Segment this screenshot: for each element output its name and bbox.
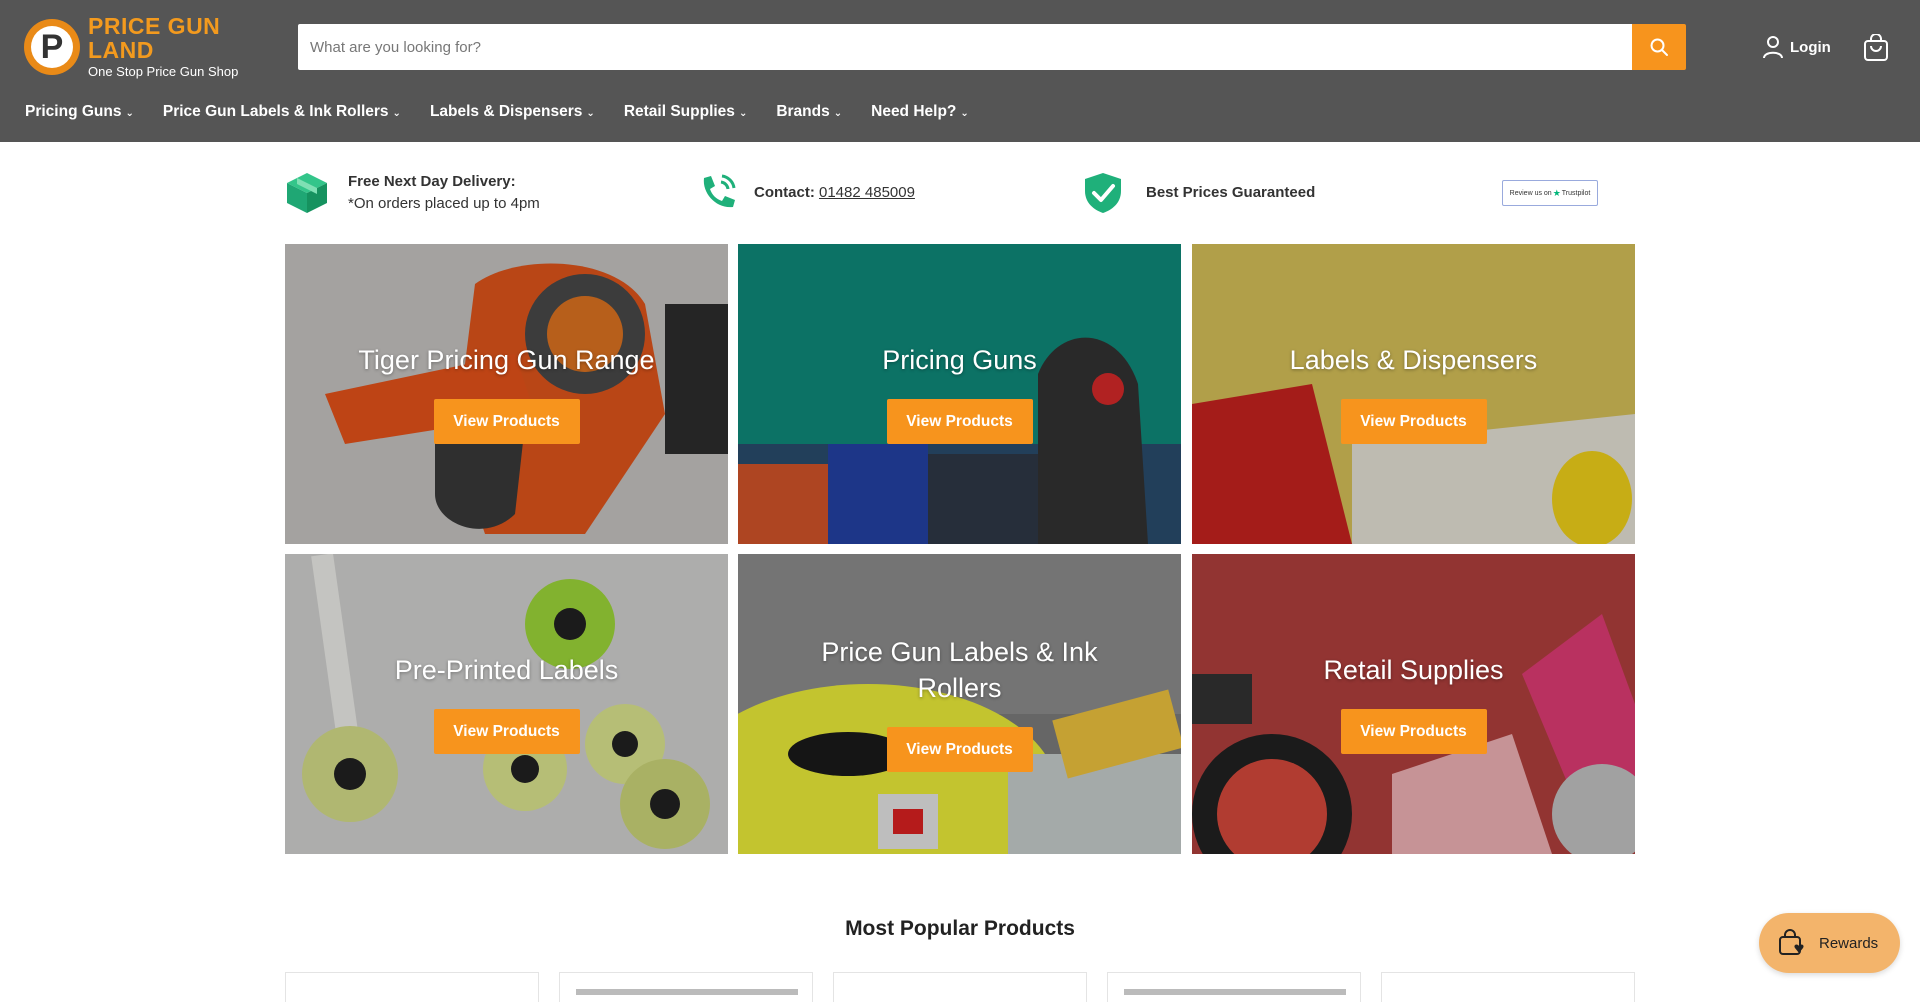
- contact-phone-link[interactable]: 01482 485009: [819, 184, 915, 201]
- view-products-button[interactable]: View Products: [886, 727, 1033, 772]
- search-bar: [298, 24, 1686, 70]
- popular-products-heading: Most Popular Products: [845, 917, 1075, 940]
- user-icon: [1763, 36, 1783, 59]
- product-image: [1124, 989, 1346, 995]
- cart-button[interactable]: [1862, 33, 1890, 62]
- category-tile-retail-supplies[interactable]: Retail Supplies View Products: [1192, 554, 1635, 854]
- site-header: P PRICE GUN LAND One Stop Price Gun Shop…: [0, 0, 1920, 142]
- rewards-button[interactable]: Rewards: [1759, 913, 1900, 973]
- chevron-down-icon: ⌄: [738, 107, 748, 119]
- phone-icon: [703, 174, 736, 208]
- product-card[interactable]: [1107, 972, 1361, 1002]
- search-icon: [1650, 38, 1668, 56]
- box-icon: [287, 173, 327, 213]
- chevron-down-icon: ⌄: [586, 107, 595, 119]
- nav-item-labels-ink-rollers[interactable]: Price Gun Labels & Ink Rollers ⌄: [163, 100, 401, 124]
- category-tile-labels-ink-rollers[interactable]: Price Gun Labels & Ink Rollers View Prod…: [738, 554, 1181, 854]
- nav-item-brands[interactable]: Brands ⌄: [776, 100, 842, 124]
- category-tile-pricing-guns[interactable]: Pricing Guns View Products: [738, 244, 1181, 544]
- nav-item-retail-supplies[interactable]: Retail Supplies ⌄: [624, 100, 748, 124]
- usp-contact: Contact: 01482 485009: [696, 168, 915, 218]
- view-products-button[interactable]: View Products: [1340, 399, 1487, 444]
- chevron-down-icon: ⌄: [392, 107, 401, 119]
- product-card[interactable]: [1381, 972, 1635, 1002]
- login-link[interactable]: Login: [1762, 34, 1831, 60]
- tile-title: Price Gun Labels & Ink Rollers: [821, 637, 1098, 703]
- view-products-button[interactable]: View Products: [433, 709, 580, 754]
- nav-item-labels-dispensers[interactable]: Labels & Dispensers ⌄: [430, 100, 595, 124]
- search-input[interactable]: [298, 24, 1632, 70]
- view-products-button[interactable]: View Products: [433, 399, 580, 444]
- delivery-title: Free Next Day Delivery:: [348, 173, 516, 190]
- logo-subtitle: One Stop Price Gun Shop: [88, 64, 239, 79]
- product-card[interactable]: [559, 972, 813, 1002]
- tile-title: Pre-Printed Labels: [394, 655, 619, 685]
- best-prices-label: Best Prices Guaranteed: [1146, 184, 1316, 201]
- product-card[interactable]: [833, 972, 1087, 1002]
- view-products-button[interactable]: View Products: [886, 399, 1033, 444]
- site-logo[interactable]: P PRICE GUN LAND One Stop Price Gun Shop: [24, 14, 284, 79]
- login-label: Login: [1790, 38, 1831, 56]
- tile-title: Retail Supplies: [1323, 655, 1504, 685]
- logo-mark-icon: P: [24, 19, 80, 75]
- main-nav: Pricing Guns ⌄ Price Gun Labels & Ink Rol…: [25, 100, 998, 124]
- shopping-bag-heart-icon: [1779, 929, 1804, 955]
- search-button[interactable]: [1632, 24, 1686, 70]
- contact-label: Contact:: [754, 184, 815, 201]
- nav-item-pricing-guns[interactable]: Pricing Guns ⌄: [25, 100, 134, 124]
- view-products-button[interactable]: View Products: [1340, 709, 1487, 754]
- category-tile-labels-dispensers[interactable]: Labels & Dispensers View Products: [1192, 244, 1635, 544]
- chevron-down-icon: ⌄: [960, 107, 969, 119]
- delivery-subtitle: *On orders placed up to 4pm: [348, 195, 540, 212]
- chevron-down-icon: ⌄: [833, 107, 843, 119]
- rewards-label: Rewards: [1819, 934, 1879, 952]
- nav-item-need-help[interactable]: Need Help? ⌄: [871, 100, 969, 124]
- star-icon: ★: [1552, 187, 1561, 198]
- product-image: [576, 989, 798, 995]
- category-tile-tiger[interactable]: Tiger Pricing Gun Range View Products: [285, 244, 728, 544]
- usp-delivery: Free Next Day Delivery: *On orders place…: [284, 168, 540, 218]
- tile-title: Tiger Pricing Gun Range: [358, 345, 655, 375]
- usp-best-prices: Best Prices Guaranteed: [1082, 168, 1315, 218]
- logo-title: PRICE GUN LAND: [88, 13, 221, 63]
- trustpilot-brand: Trustpilot: [1561, 189, 1591, 197]
- product-card[interactable]: [285, 972, 539, 1002]
- shopping-bag-icon: [1864, 33, 1888, 61]
- trustpilot-label: Review us on: [1509, 189, 1552, 197]
- tile-title: Labels & Dispensers: [1289, 345, 1538, 375]
- category-tile-pre-printed-labels[interactable]: Pre-Printed Labels View Products: [285, 554, 728, 854]
- tile-title: Pricing Guns: [882, 345, 1037, 375]
- shield-check-icon: [1085, 173, 1121, 213]
- trustpilot-badge[interactable]: Review us on ★ Trustpilot: [1502, 180, 1598, 206]
- chevron-down-icon: ⌄: [125, 107, 134, 119]
